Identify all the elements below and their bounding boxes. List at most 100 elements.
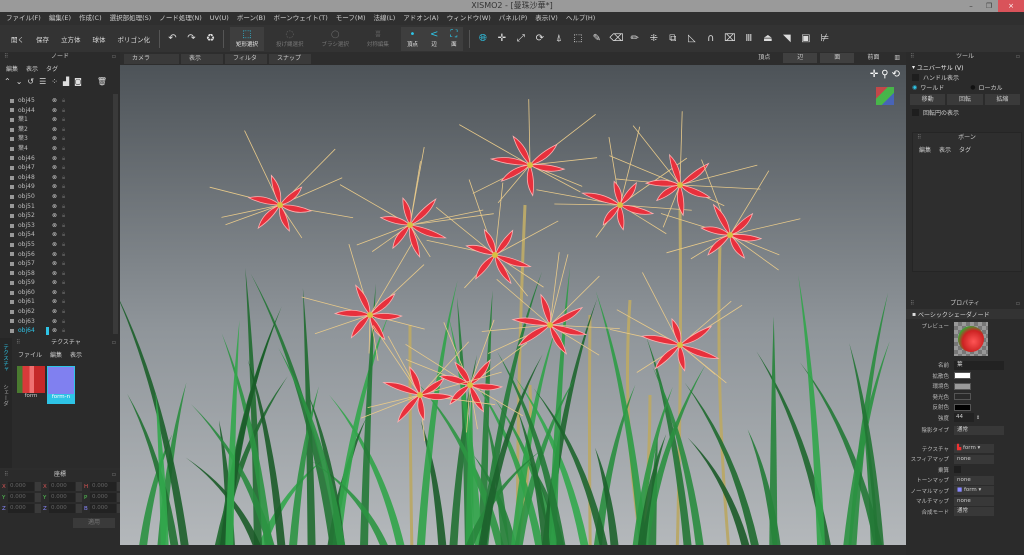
lock-icon[interactable]: 🔒︎ — [62, 250, 65, 260]
node-scrollbar[interactable] — [113, 94, 118, 334]
bone-menu-view[interactable]: 表示 — [939, 145, 951, 154]
vp-front-button[interactable]: 前面 — [857, 53, 889, 63]
coord-value[interactable]: 0.000 — [8, 493, 34, 502]
scale-button[interactable]: 拡縮 — [984, 94, 1020, 105]
open-button[interactable]: 開く — [8, 32, 27, 46]
film-icon[interactable]: ▣ — [799, 33, 812, 44]
lock-icon[interactable]: 🔒︎ — [62, 230, 65, 240]
bone-menu-edit[interactable]: 編集 — [919, 145, 931, 154]
coord-field[interactable]: Y 0.000 — [2, 493, 41, 502]
lock-icon[interactable]: 🔒︎ — [62, 125, 65, 135]
panel-menu-icon[interactable]: ▫ — [112, 52, 116, 62]
coord-value[interactable]: 0.000 — [8, 504, 34, 513]
move-icon[interactable]: ✛ — [495, 33, 508, 44]
grip-icon[interactable]: ⠿ — [910, 52, 914, 62]
coord-value[interactable]: 0.000 — [90, 493, 116, 502]
visibility-icon[interactable]: ⊗ — [52, 278, 62, 288]
multi-map-dropdown[interactable]: none — [954, 496, 994, 506]
menu-item[interactable]: モーフ(M) — [336, 12, 366, 25]
visibility-icon[interactable]: ⊗ — [52, 115, 62, 125]
lock-icon[interactable]: 🔒︎ — [62, 288, 65, 298]
3d-viewport[interactable]: ✛ ⚲ ⟲ — [120, 65, 906, 545]
lock-icon[interactable]: 🔒︎ — [62, 154, 65, 164]
undo-icon[interactable]: ↶ — [166, 33, 179, 44]
pan-icon[interactable]: ✛ — [870, 69, 878, 80]
lock-icon[interactable]: 🔒︎ — [62, 317, 65, 327]
zoom-icon[interactable]: ⚲ — [881, 69, 888, 80]
eraser-icon[interactable]: ⌫ — [609, 33, 623, 44]
texture-menu-edit[interactable]: 編集 — [50, 350, 62, 359]
restore-button[interactable]: ❐ — [980, 0, 998, 12]
node-list-item[interactable]: obj55 ⊗ 🔒︎ — [0, 240, 112, 250]
lock-icon[interactable]: 🔒︎ — [62, 240, 65, 250]
coord-value[interactable]: 0.000 — [49, 504, 75, 513]
coord-field[interactable]: P 0.000 — [84, 493, 123, 502]
bevel-icon[interactable]: ◺ — [685, 33, 698, 44]
visibility-icon[interactable]: ⊗ — [52, 259, 62, 269]
grip-icon[interactable]: ⠿ — [917, 133, 921, 143]
node-list-item[interactable]: 葉2 ⊗ 🔒︎ — [0, 125, 112, 135]
coord-value[interactable]: 0.000 — [8, 482, 34, 491]
trash-icon[interactable]: 🗑︎ — [97, 77, 107, 86]
grid-icon[interactable]: ⁘ — [51, 77, 58, 86]
show-rotation-circle-checkbox[interactable]: 回転円の表示 — [906, 107, 1024, 117]
menu-item[interactable]: ヘルプ(H) — [566, 12, 595, 25]
coord-field[interactable]: H 0.000 — [84, 482, 123, 491]
node-list-item[interactable]: obj53 ⊗ 🔒︎ — [0, 221, 112, 231]
grip-icon[interactable]: ⠿ — [4, 52, 8, 62]
edge-mode-button[interactable]: < 辺 — [423, 26, 445, 51]
vp-vertex-button[interactable]: 頂点 — [748, 53, 780, 63]
coord-value[interactable]: 0.000 — [49, 482, 75, 491]
visibility-icon[interactable]: ⊗ — [52, 221, 62, 231]
menu-item[interactable]: 法線(L) — [374, 12, 396, 25]
lock-icon[interactable]: 🔒︎ — [62, 269, 65, 279]
texture-thumb-form-n[interactable]: form-n — [47, 366, 75, 404]
menu-item[interactable]: ウィンドウ(W) — [447, 12, 491, 25]
lock-icon[interactable]: 🔒︎ — [62, 96, 65, 106]
rotate-node-icon[interactable]: ↺ — [27, 77, 34, 86]
node-list-item[interactable]: obj64 ⊗ 🔒︎ — [0, 326, 112, 336]
node-list-item[interactable]: 葉1 ⊗ 🔒︎ — [0, 115, 112, 125]
node-list-item[interactable]: obj58 ⊗ 🔒︎ — [0, 269, 112, 279]
face-mode-button[interactable]: ⛶ 面 — [444, 26, 464, 51]
menu-item[interactable]: ノード処理(N) — [159, 12, 201, 25]
close-button[interactable]: × — [998, 0, 1024, 12]
scale-icon[interactable]: ⤢ — [514, 33, 527, 44]
texture-thumb-form[interactable]: form — [17, 366, 45, 404]
coord-field[interactable]: Z 0.000 — [43, 504, 82, 513]
lock-icon[interactable]: 🔒︎ — [62, 326, 65, 336]
move-button[interactable]: 移動 — [910, 94, 946, 105]
coord-field[interactable]: B 0.000 — [84, 504, 123, 513]
lasso-select-button[interactable]: ◌ 投げ縄選択 — [270, 27, 310, 51]
lock-icon[interactable]: 🔒︎ — [62, 202, 65, 212]
lock-icon[interactable]: 🔒︎ — [62, 221, 65, 231]
coord-value[interactable]: 0.000 — [90, 482, 116, 491]
grip-icon[interactable]: ⠿ — [910, 299, 914, 309]
coord-value[interactable]: 0.000 — [49, 493, 75, 502]
group-icon[interactable]: ▟ — [63, 77, 69, 86]
panel-menu-icon[interactable]: ▫ — [1016, 299, 1020, 309]
specular-color-swatch[interactable] — [954, 403, 971, 411]
sphere-button[interactable]: 球体 — [90, 32, 109, 46]
node-menu-tag[interactable]: タグ — [46, 64, 58, 73]
node-list-item[interactable]: obj44 ⊗ 🔒︎ — [0, 106, 112, 116]
coord-field[interactable]: X 0.000 — [2, 482, 41, 491]
node-list-item[interactable]: obj59 ⊗ 🔒︎ — [0, 278, 112, 288]
visibility-icon[interactable]: ⊗ — [52, 163, 62, 173]
copy-icon[interactable]: ⧉ — [666, 33, 679, 44]
lock-icon[interactable]: 🔒︎ — [62, 192, 65, 202]
visibility-icon[interactable]: ⊗ — [52, 326, 62, 336]
polygonize-button[interactable]: ポリゴン化 — [115, 32, 154, 46]
visibility-icon[interactable]: ⊗ — [52, 125, 62, 135]
panel-menu-icon[interactable]: ▫ — [1016, 52, 1020, 62]
lock-icon[interactable]: 🔒︎ — [62, 115, 65, 125]
node-list-item[interactable]: obj63 ⊗ 🔒︎ — [0, 317, 112, 327]
world-radio[interactable]: ◉ — [912, 84, 917, 91]
sphere-map-dropdown[interactable]: none — [954, 454, 994, 464]
lock-icon[interactable]: 🔒︎ — [62, 106, 65, 116]
recycle-icon[interactable]: ♻ — [204, 33, 217, 44]
pencil-icon[interactable]: ✏ — [628, 33, 641, 44]
camera-menu[interactable]: カメラ — [124, 53, 179, 64]
coord-toggle[interactable] — [35, 504, 41, 513]
lock-icon[interactable]: 🔒︎ — [62, 144, 65, 154]
